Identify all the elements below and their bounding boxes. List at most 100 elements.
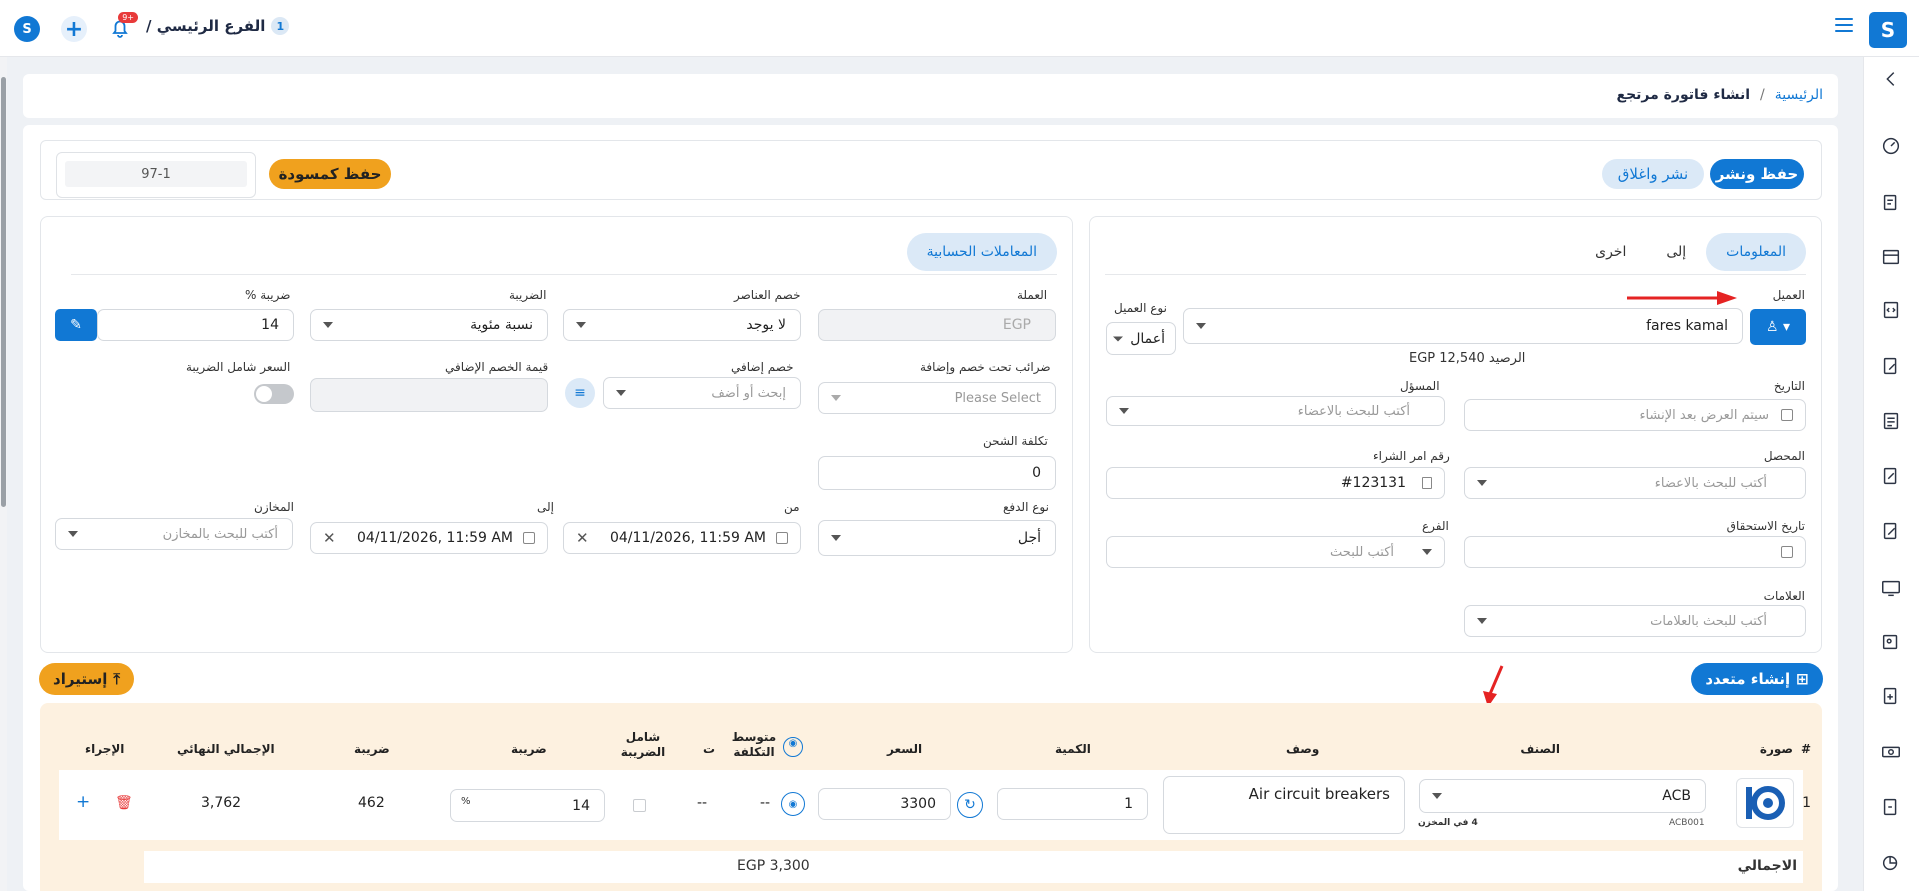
customer-filter-button[interactable]: ▾ ♙ — [1750, 309, 1806, 345]
page-scrollbar[interactable] — [0, 57, 7, 891]
add-icon[interactable]: + — [61, 16, 87, 42]
responsible-select[interactable]: أكتب للبحث بالاعضاء — [1106, 396, 1445, 426]
description-textarea[interactable]: Air circuit breakers — [1163, 776, 1405, 834]
tax-percent-value: 14 — [261, 317, 279, 333]
top-bar: S 1 الفرع الرئيسي / +9 + S — [0, 0, 1919, 57]
qty-input[interactable]: 1 — [997, 788, 1148, 820]
tags-placeholder: أكتب للبحث بالعلامات — [1650, 613, 1767, 629]
price-value: 3300 — [900, 796, 936, 812]
customer-select[interactable]: fares kamal — [1183, 308, 1743, 344]
chart-icon[interactable] — [1879, 851, 1903, 875]
warehouses-placeholder: أكتب للبحث بالمخازن — [162, 526, 278, 542]
refresh-price-button[interactable]: ↻ — [957, 792, 983, 818]
document-code-icon[interactable] — [1879, 298, 1903, 322]
breadcrumb-card: الرئيسية / انشاء فاتورة مرتجع — [23, 74, 1838, 118]
price-input[interactable]: 3300 — [818, 788, 951, 820]
total-row — [144, 851, 1803, 883]
invoice-code-field[interactable]: 97-1 — [65, 161, 247, 187]
po-value: #123131 — [1340, 475, 1406, 491]
branch-label: الفرع — [1422, 519, 1449, 533]
col-header-action: الإجراء — [85, 742, 125, 756]
discount-list-button[interactable]: ≡ — [565, 378, 595, 408]
store-icon[interactable] — [1879, 245, 1903, 269]
warehouses-select[interactable]: أكتب للبحث بالمخازن — [55, 518, 293, 550]
user-icon: ▾ ♙ — [1765, 319, 1791, 335]
image-add-icon[interactable] — [1879, 630, 1903, 654]
file-edit-icon[interactable] — [1879, 519, 1903, 543]
money-icon[interactable] — [1879, 740, 1903, 764]
invoice-icon[interactable] — [1879, 191, 1903, 215]
calendar-icon — [1781, 546, 1793, 558]
document-add-icon[interactable] — [1879, 684, 1903, 708]
to-date-field[interactable]: 04/11/2026, 11:59 AM ✕ — [310, 522, 548, 554]
shipping-input[interactable]: 0 — [818, 456, 1056, 490]
upload-icon: ⤒ — [113, 670, 120, 688]
final-total-value: 3,762 — [201, 795, 242, 811]
tab-accounting[interactable]: المعاملات الحسابية — [906, 233, 1057, 271]
tab-info[interactable]: المعلومات — [1706, 233, 1806, 271]
breadcrumb-home-link[interactable]: الرئيسية — [1775, 87, 1823, 103]
import-button[interactable]: ⤒ إستيراد — [39, 663, 134, 695]
col-header-final-total: الإجمالي النهائي — [177, 742, 275, 756]
scroll-thumb[interactable] — [1, 77, 6, 507]
edit-document-icon[interactable] — [1879, 354, 1903, 378]
menu-icon[interactable] — [1835, 18, 1853, 32]
col-header-t: ت — [703, 742, 716, 756]
add-row-icon[interactable]: + — [76, 792, 90, 812]
customer-type-select[interactable]: أعمال — [1106, 322, 1176, 355]
eye-icon[interactable]: ◉ — [783, 737, 803, 757]
clear-icon[interactable]: ✕ — [323, 529, 336, 547]
tab-to[interactable]: إلى — [1646, 233, 1706, 271]
invoice-code-box: 97-1 — [56, 152, 256, 198]
branch-name: الفرع الرئيسي / — [146, 17, 266, 35]
tab-other[interactable]: اخرى — [1575, 233, 1646, 271]
tax-percent-row-input[interactable]: 14 % — [450, 789, 605, 822]
save-publish-button[interactable]: حفظ ونشر — [1710, 159, 1804, 189]
app-logo[interactable]: S — [1869, 12, 1907, 48]
collector-select[interactable]: أكتب للبحث بالاعضاء — [1464, 467, 1806, 499]
from-date-field[interactable]: 04/11/2026, 11:59 AM ✕ — [563, 522, 801, 554]
delete-icon[interactable]: 🗑 — [115, 795, 133, 811]
monitor-icon[interactable] — [1879, 576, 1903, 600]
clear-icon[interactable]: ✕ — [576, 529, 589, 547]
total-value: EGP 3,300 — [737, 858, 810, 874]
item-select[interactable]: ACB — [1419, 779, 1706, 813]
file-money-icon[interactable] — [1879, 795, 1903, 819]
po-field[interactable]: #123131 — [1106, 467, 1445, 499]
dashboard-icon[interactable] — [1879, 134, 1903, 158]
tax-percent-label: ضريبة % — [245, 288, 291, 302]
extra-discount-value-field — [310, 378, 548, 412]
price-incl-tax-toggle[interactable] — [254, 384, 294, 404]
tabs-divider — [71, 274, 1057, 275]
due-date-field[interactable] — [1464, 536, 1806, 568]
tags-select[interactable]: أكتب للبحث بالعلامات — [1464, 605, 1806, 637]
currency-select[interactable]: EGP — [818, 309, 1056, 341]
branch-select[interactable]: أكتب للبحث — [1106, 536, 1445, 568]
item-value: ACB — [1662, 788, 1691, 804]
item-image[interactable] — [1736, 778, 1794, 828]
item-discount-select[interactable]: لا يوجد — [563, 309, 801, 341]
tax-type-select[interactable]: نسبة مئوية — [310, 309, 548, 341]
branch-selector[interactable]: 1 الفرع الرئيسي / — [146, 17, 290, 35]
brand-icon[interactable]: S — [14, 16, 40, 42]
create-multiple-button[interactable]: ⊞ إنشاء متعدد — [1691, 663, 1823, 695]
to-label: إلى — [537, 500, 554, 514]
chevron-left-icon[interactable] — [1879, 67, 1903, 91]
total-label: الاجمالي — [1737, 858, 1797, 874]
save-draft-button[interactable]: حفظ كمسودة — [269, 159, 391, 189]
payment-select[interactable]: أجل — [818, 520, 1056, 556]
item-code: ACB001 — [1669, 818, 1705, 828]
actions-card: حفظ ونشر نشر واغلاق حفظ كمسودة 97-1 — [40, 140, 1822, 200]
edit-file-icon[interactable] — [1879, 464, 1903, 488]
date-field[interactable]: سيتم العرض بعد الإنشاء — [1464, 399, 1806, 431]
list-icon: ≡ — [574, 385, 586, 401]
document-icon[interactable] — [1879, 409, 1903, 433]
extra-discount-select[interactable]: إبحث أو أضف — [603, 377, 801, 409]
tax-percent-input[interactable]: 14 — [97, 309, 294, 341]
pin-button[interactable]: ✎ — [55, 309, 97, 341]
bell-icon[interactable]: +9 — [106, 12, 138, 42]
eye-button[interactable]: ◉ — [781, 792, 805, 816]
incl-tax-checkbox[interactable] — [633, 799, 646, 812]
taxes-discount-select[interactable]: Please Select — [818, 382, 1056, 414]
publish-close-button[interactable]: نشر واغلاق — [1602, 159, 1704, 189]
